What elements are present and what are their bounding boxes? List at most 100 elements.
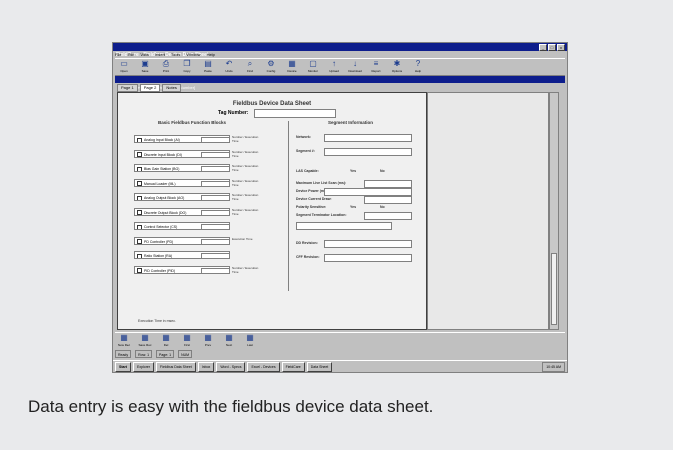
checkbox[interactable] (137, 195, 142, 200)
function-block-row[interactable]: PID Controller (PID) (134, 265, 230, 274)
checkbox[interactable] (137, 253, 142, 258)
start-button[interactable]: Start (115, 361, 131, 372)
toolbar-button-save[interactable]: ▣ Save (136, 59, 154, 75)
function-block-value-input[interactable] (201, 137, 229, 142)
segment-field-input[interactable] (364, 212, 412, 220)
report-icon: ≡ (373, 59, 379, 68)
toolbar-button-config[interactable]: ⚙ Config (262, 59, 280, 75)
taskbar-item[interactable]: Fieldbus Data Sheet (156, 361, 196, 372)
record-button-next[interactable]: ▦ Next (220, 333, 238, 349)
segment-field-input[interactable] (364, 180, 412, 188)
options-icon: ✱ (393, 59, 401, 68)
scroll-thumb[interactable] (551, 253, 557, 325)
tag-number-input[interactable] (254, 109, 336, 118)
function-block-row[interactable]: Analog Input Block (AI) (134, 135, 230, 143)
segment-field-label: Segment #: (296, 149, 315, 153)
toolbar-button-undo[interactable]: ↶ Undo (220, 59, 238, 75)
checkbox[interactable] (137, 239, 142, 244)
checkbox[interactable] (137, 166, 142, 171)
taskbar-item[interactable]: Explorer (132, 361, 155, 372)
function-block-row[interactable]: Manual Loader (ML) (134, 178, 230, 187)
record-button-prev[interactable]: ▦ Prev (199, 333, 217, 349)
taskbar-item[interactable]: Excel - Devices (247, 361, 280, 372)
menu-item-window[interactable]: Window (186, 52, 200, 57)
function-block-row[interactable]: PD Controller (PD) (134, 236, 230, 245)
function-block-row[interactable]: Discrete Output Block (DO) (134, 207, 230, 216)
menu-bar: File Edit View Insert Tools Window Help (115, 52, 215, 57)
function-block-row[interactable]: Bias Gain Station (BG) (134, 164, 230, 172)
toolbar-button-device[interactable]: ▦ Device (283, 59, 301, 75)
yes-option[interactable]: Yes (350, 205, 356, 209)
taskbar-item[interactable]: Word - Specs (216, 361, 246, 372)
checkbox[interactable] (137, 152, 142, 157)
no-option[interactable]: No (380, 205, 385, 209)
function-block-row[interactable]: Ratio Station (RA) (134, 251, 230, 259)
toolbar-button-copy[interactable]: ❐ Copy (178, 59, 196, 75)
checkbox[interactable] (137, 224, 142, 229)
checkbox[interactable] (137, 137, 142, 142)
function-block-label: Bias Gain Station (BG) (144, 167, 180, 171)
record-button-label: First (184, 343, 190, 347)
toolbar-button-paste[interactable]: ▤ Paste (199, 59, 217, 75)
record-button-last[interactable]: ▦ Last (241, 333, 259, 349)
checkbox[interactable] (137, 181, 142, 186)
vertical-scrollbar[interactable] (549, 92, 559, 330)
tab-page-2[interactable]: Page 2 (139, 84, 161, 92)
segment-field-input[interactable] (324, 240, 412, 248)
function-block-value-input[interactable] (201, 180, 229, 186)
toolbar-button-download[interactable]: ↓ Download (346, 59, 364, 75)
segment-field-input[interactable] (364, 196, 412, 204)
tab-page-1[interactable]: Page 1 (117, 84, 138, 92)
record-button-save-rec[interactable]: ▦ Save Rec (136, 333, 154, 349)
function-block-value-input[interactable] (201, 209, 229, 215)
menu-item-edit[interactable]: Edit (127, 52, 134, 57)
toolbar-button-help[interactable]: ? Help (409, 59, 427, 75)
record-icon: ▦ (162, 333, 170, 342)
segment-field-input[interactable] (324, 188, 412, 196)
record-button-label: Prev (204, 343, 212, 347)
function-block-value-input[interactable] (201, 151, 229, 157)
function-block-value-input[interactable] (201, 224, 229, 229)
checkbox[interactable] (137, 268, 142, 273)
toolbar-button-print[interactable]: ⎙ Print (157, 59, 175, 75)
record-button-del[interactable]: ▦ Del (157, 333, 175, 349)
menu-item-help[interactable]: Help (207, 52, 215, 57)
download-icon: ↓ (353, 59, 357, 68)
function-block-value-input[interactable] (201, 238, 229, 244)
function-block-value-input[interactable] (201, 267, 229, 273)
taskbar-item[interactable]: Inbox (197, 361, 215, 372)
function-block-value-input[interactable] (201, 166, 229, 171)
function-block-value-input[interactable] (201, 195, 229, 200)
yes-option[interactable]: Yes (350, 169, 356, 173)
segment-field-input[interactable] (296, 222, 392, 230)
menu-item-view[interactable]: View (140, 52, 149, 57)
no-option[interactable]: No (380, 169, 385, 173)
toolbar-button-open[interactable]: ▭ Open (115, 59, 133, 75)
function-block-row[interactable]: Control Selector (CS) (134, 222, 230, 230)
close-button[interactable]: x (557, 44, 565, 51)
function-block-row[interactable]: Discrete Input Block (DI) (134, 149, 230, 158)
side-pane (427, 92, 549, 330)
maximize-button[interactable]: □ (548, 44, 556, 51)
segment-field-input[interactable] (324, 254, 412, 262)
toolbar-button-upload[interactable]: ↑ Upload (325, 59, 343, 75)
function-block-right-label: Number / Execution Time (232, 265, 259, 274)
taskbar-item[interactable]: Data Sheet (306, 361, 333, 372)
toolbar-button-report[interactable]: ≡ Report (367, 59, 385, 75)
tab-notes[interactable]: Notes (162, 84, 181, 92)
menu-item-file[interactable]: File (115, 52, 121, 57)
segment-field-input[interactable] (324, 134, 412, 142)
menu-item-insert[interactable]: Insert (155, 52, 165, 57)
function-block-row[interactable]: Analog Output Block (AO) (134, 193, 230, 201)
record-button-new-rec[interactable]: ▦ New Rec (115, 333, 133, 349)
minimize-button[interactable]: _ (539, 44, 547, 51)
toolbar-button-find[interactable]: ⌕ Find (241, 59, 259, 75)
function-block-value-input[interactable] (201, 253, 229, 258)
record-button-first[interactable]: ▦ First (178, 333, 196, 349)
taskbar-item[interactable]: FieldCare (281, 361, 305, 372)
menu-item-tools[interactable]: Tools (171, 52, 180, 57)
toolbar-button-monitor[interactable]: ▢ Monitor (304, 59, 322, 75)
segment-field-input[interactable] (324, 148, 412, 156)
checkbox[interactable] (137, 210, 142, 215)
toolbar-button-options[interactable]: ✱ Options (388, 59, 406, 75)
